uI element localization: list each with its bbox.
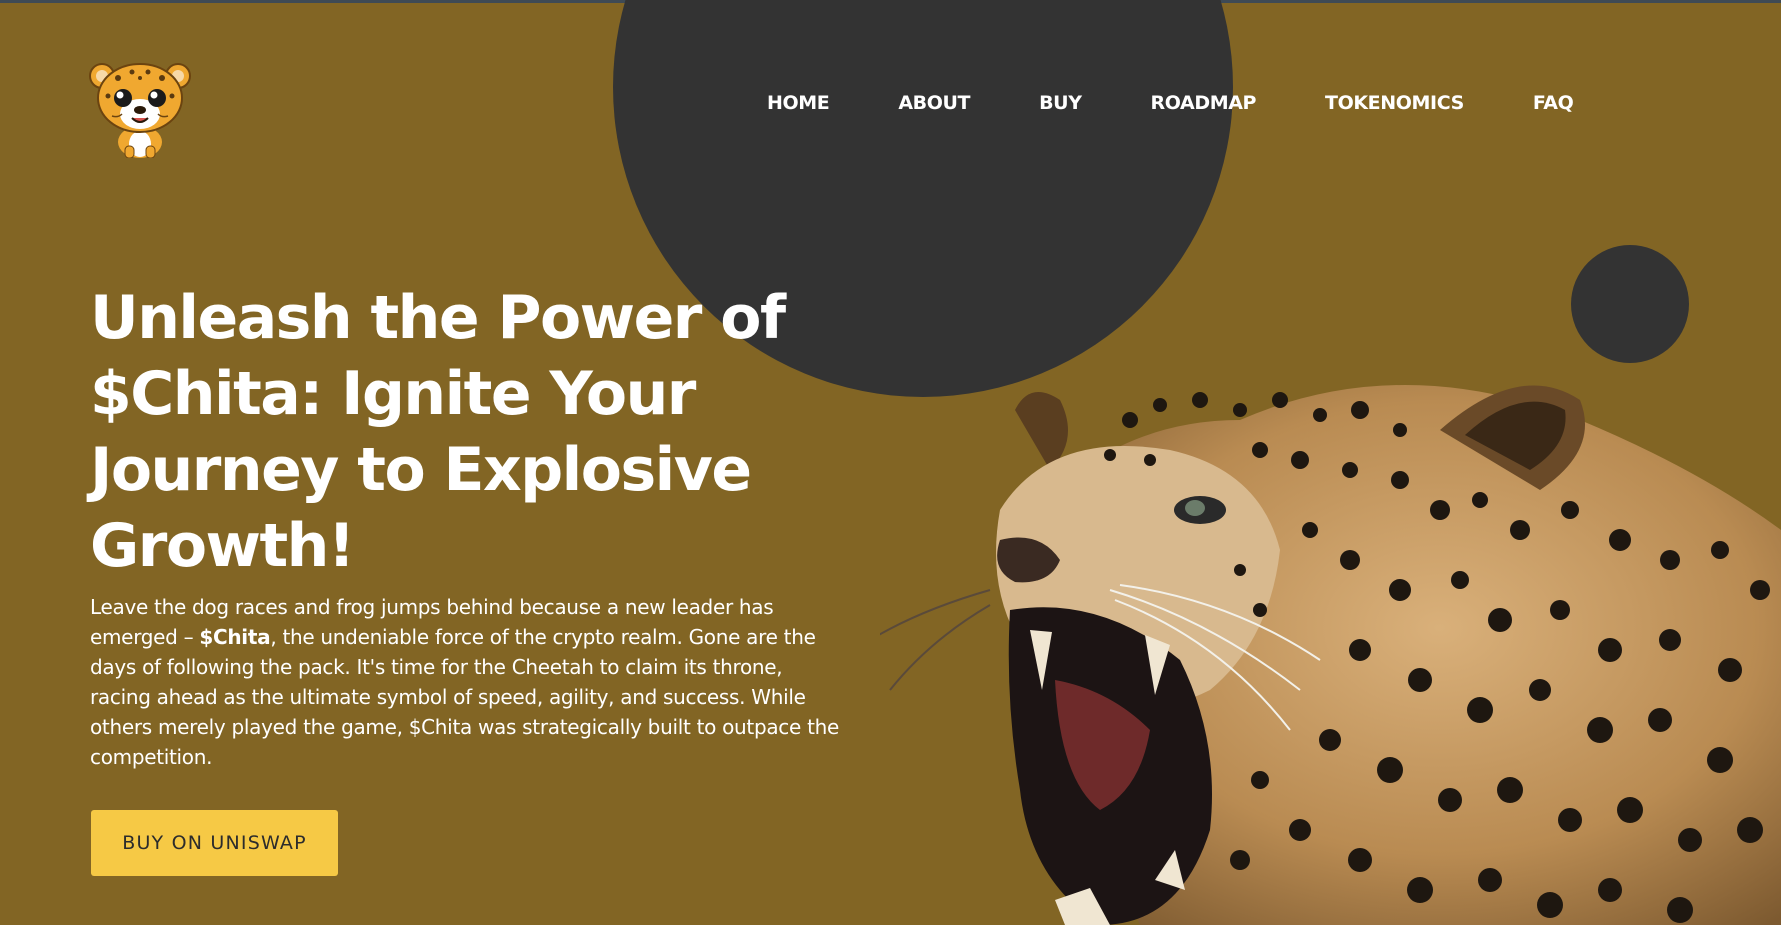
- nav-item-buy[interactable]: BUY: [1039, 92, 1082, 114]
- nav-item-tokenomics[interactable]: TOKENOMICS: [1325, 92, 1464, 114]
- nav-item-home[interactable]: HOME: [767, 92, 830, 114]
- decorative-circle-small: [1571, 245, 1689, 363]
- main-nav: HOME ABOUT BUY ROADMAP TOKENOMICS FAQ: [767, 88, 1574, 118]
- nav-item-roadmap[interactable]: ROADMAP: [1151, 92, 1257, 114]
- cheetah-cub-logo-icon[interactable]: [88, 58, 192, 158]
- hero-title: Unleash the Power of $Chita: Ignite Your…: [90, 283, 786, 581]
- nav-item-faq[interactable]: FAQ: [1533, 92, 1574, 114]
- nav-item-about[interactable]: ABOUT: [898, 92, 970, 114]
- buy-on-uniswap-button[interactable]: BUY ON UNISWAP: [91, 810, 338, 876]
- hero-description: Leave the dog races and frog jumps behin…: [90, 592, 840, 772]
- roaring-jaguar-image: [880, 385, 1781, 925]
- hero-description-token: $Chita: [199, 625, 271, 649]
